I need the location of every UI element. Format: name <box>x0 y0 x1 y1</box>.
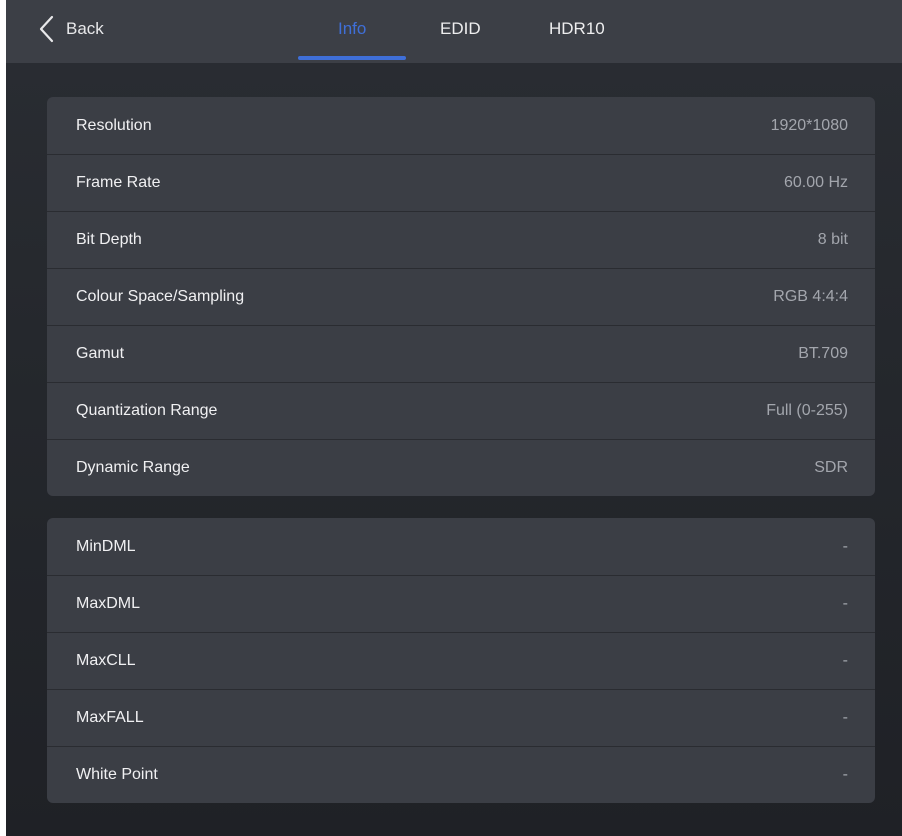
info-row-bit-depth: Bit Depth 8 bit <box>47 211 875 268</box>
hdr-row-mindml: MinDML - <box>47 518 875 575</box>
row-value: - <box>842 537 848 555</box>
row-value: - <box>842 595 848 612</box>
row-label: Colour Space/Sampling <box>76 288 245 305</box>
row-label: MaxFALL <box>76 709 144 726</box>
row-label: Dynamic Range <box>76 459 190 476</box>
hdr-row-maxfall: MaxFALL - <box>47 689 875 746</box>
info-row-gamut: Gamut BT.709 <box>47 325 875 382</box>
info-row-frame-rate: Frame Rate 60.00 Hz <box>47 154 875 211</box>
tab-info[interactable]: Info <box>338 14 366 44</box>
back-button[interactable]: Back <box>36 14 104 44</box>
hdr-row-maxcll: MaxCLL - <box>47 632 875 689</box>
row-value: - <box>842 652 848 669</box>
app-window: Back Info EDID HDR10 Resolution 1920*108… <box>6 0 902 836</box>
hdr-row-maxdml: MaxDML - <box>47 575 875 632</box>
back-label: Back <box>66 19 104 38</box>
active-tab-indicator <box>298 56 406 60</box>
row-label: Frame Rate <box>76 174 161 191</box>
row-value: 60.00 Hz <box>783 174 848 191</box>
info-row-colour-space: Colour Space/Sampling RGB 4:4:4 <box>47 268 875 325</box>
row-label: MinDML <box>76 537 136 555</box>
row-value: - <box>842 766 848 783</box>
row-label: Gamut <box>76 345 125 362</box>
hdr-row-white-point: White Point - <box>47 746 875 803</box>
video-info-card: Resolution 1920*1080 Frame Rate 60.00 Hz… <box>47 97 875 496</box>
tab-edid[interactable]: EDID <box>440 14 481 44</box>
row-label: MaxCLL <box>76 652 136 669</box>
row-value: 8 bit <box>817 231 848 248</box>
tab-hdr10[interactable]: HDR10 <box>549 14 605 44</box>
row-value: 1920*1080 <box>770 116 848 134</box>
row-value: Full (0-255) <box>766 402 848 419</box>
row-value: BT.709 <box>798 345 848 362</box>
info-row-dynamic-range: Dynamic Range SDR <box>47 439 875 496</box>
chevron-left-icon <box>39 15 54 43</box>
info-row-quantization-range: Quantization Range Full (0-255) <box>47 382 875 439</box>
row-label: Quantization Range <box>76 402 218 419</box>
row-label: Bit Depth <box>76 231 142 248</box>
row-value: SDR <box>814 459 848 476</box>
row-value: RGB 4:4:4 <box>773 288 848 305</box>
hdr-info-card: MinDML - MaxDML - MaxCLL - MaxFALL - Whi… <box>47 518 875 803</box>
row-label: Resolution <box>76 116 152 134</box>
row-label: White Point <box>76 766 158 783</box>
top-bar: Back Info EDID HDR10 <box>6 0 902 63</box>
row-value: - <box>842 709 848 726</box>
row-label: MaxDML <box>76 595 141 612</box>
info-row-resolution: Resolution 1920*1080 <box>47 97 875 154</box>
